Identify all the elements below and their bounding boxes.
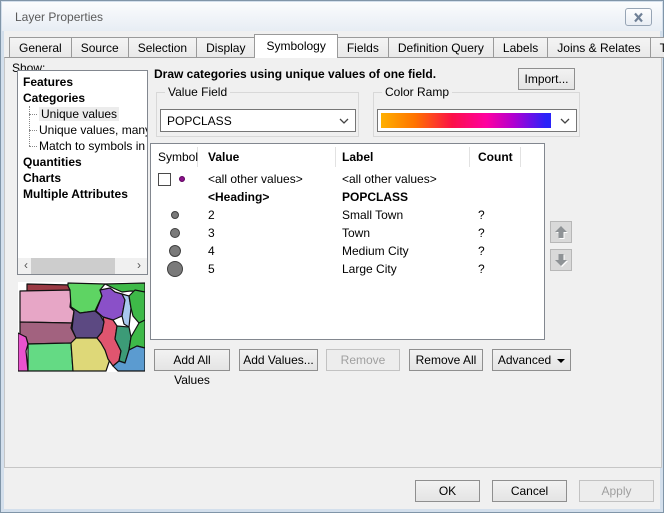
state-polygon (28, 343, 73, 371)
point-symbol-icon[interactable] (171, 211, 179, 219)
point-symbol-icon[interactable] (167, 261, 183, 277)
table-row[interactable]: 4 Medium City ? (151, 242, 544, 260)
header-symbol: Symbol (151, 147, 198, 167)
tree-item-unique-values-many[interactable]: Unique values, many (18, 122, 147, 138)
show-tree-listbox: Features Categories Unique values Unique… (17, 70, 148, 275)
table-row[interactable]: 3 Town ? (151, 224, 544, 242)
row-label: Medium City (336, 244, 470, 258)
table-row[interactable]: 5 Large City ? (151, 260, 544, 278)
tab-fields[interactable]: Fields (337, 37, 389, 58)
point-symbol-icon[interactable] (179, 176, 185, 182)
value-field-group: Value Field POPCLASS (156, 92, 359, 137)
tree-horizontal-scrollbar[interactable]: ‹ › (18, 258, 147, 274)
tree-item-multiple-attributes[interactable]: Multiple Attributes (18, 186, 147, 202)
row-label: Large City (336, 262, 470, 276)
close-icon (632, 12, 645, 23)
row-count: ? (470, 244, 521, 258)
row-label: Small Town (336, 208, 470, 222)
unique-values-table: Symbol Value Label Count <all other valu… (150, 143, 545, 340)
header-value: Value (198, 147, 336, 167)
tab-symbology[interactable]: Symbology (254, 34, 337, 58)
tree-item-features[interactable]: Features (18, 74, 147, 90)
scrollbar-track[interactable] (34, 258, 131, 274)
tab-source[interactable]: Source (71, 37, 129, 58)
row-value: 3 (198, 226, 336, 240)
row-value: <all other values> (198, 172, 336, 186)
window-title: Layer Properties (15, 10, 103, 24)
titlebar[interactable]: Layer Properties (2, 2, 662, 31)
chevron-down-icon (333, 118, 355, 124)
row-value: 2 (198, 208, 336, 222)
header-count: Count (470, 147, 521, 167)
tab-labels[interactable]: Labels (493, 37, 548, 58)
state-polygon (20, 290, 74, 323)
value-field-selected: POPCLASS (161, 114, 333, 128)
color-ramp-group: Color Ramp (373, 92, 580, 137)
tree-item-charts[interactable]: Charts (18, 170, 147, 186)
add-all-values-button[interactable]: Add All Values (154, 349, 230, 371)
state-polygon (18, 333, 28, 371)
chevron-down-icon (554, 110, 576, 131)
row-count: ? (470, 226, 521, 240)
row-value: <Heading> (198, 190, 336, 204)
value-field-label: Value Field (165, 85, 230, 99)
tree-item-match-symbols[interactable]: Match to symbols in a (18, 138, 147, 154)
move-up-button[interactable] (550, 221, 572, 243)
all-other-values-checkbox[interactable] (158, 173, 171, 186)
advanced-button-label: Advanced (498, 353, 551, 367)
ok-button[interactable]: OK (415, 480, 480, 502)
scrollbar-thumb[interactable] (31, 258, 115, 274)
map-preview (18, 282, 145, 372)
row-count: ? (470, 208, 521, 222)
table-row[interactable]: <Heading> POPCLASS (151, 188, 544, 206)
draw-method-description: Draw categories using unique values of o… (154, 67, 436, 81)
advanced-button[interactable]: Advanced (492, 349, 571, 371)
point-symbol-icon[interactable] (169, 245, 181, 257)
header-label: Label (336, 147, 470, 167)
add-values-button[interactable]: Add Values... (239, 349, 318, 371)
close-button[interactable] (625, 8, 652, 26)
tab-selection[interactable]: Selection (128, 37, 197, 58)
row-value: 4 (198, 244, 336, 258)
row-label: POPCLASS (336, 190, 470, 204)
tree-item-categories[interactable]: Categories (18, 90, 147, 106)
point-symbol-icon[interactable] (170, 228, 180, 238)
row-count: ? (470, 262, 521, 276)
symbology-tab-page: Show: Features Categories Unique values … (4, 57, 662, 468)
row-label: <all other values> (336, 172, 470, 186)
tab-display[interactable]: Display (196, 37, 255, 58)
color-ramp-dropdown[interactable] (377, 109, 577, 132)
tab-general[interactable]: General (9, 37, 72, 58)
value-field-dropdown[interactable]: POPCLASS (160, 109, 356, 132)
remove-all-button[interactable]: Remove All (409, 349, 483, 371)
arrow-down-icon (554, 253, 568, 267)
dropdown-caret-icon (557, 359, 565, 363)
tab-time[interactable]: Time (650, 37, 664, 58)
arrow-up-icon (554, 225, 568, 239)
move-down-button[interactable] (550, 249, 572, 271)
table-row[interactable]: 2 Small Town ? (151, 206, 544, 224)
selected-tree-label: Unique values (39, 107, 119, 121)
color-ramp-label: Color Ramp (382, 85, 452, 99)
import-button[interactable]: Import... (518, 68, 575, 90)
cancel-button[interactable]: Cancel (492, 480, 567, 502)
row-label: Town (336, 226, 470, 240)
table-row[interactable]: <all other values> <all other values> (151, 170, 544, 188)
state-polygon (129, 290, 145, 323)
tab-joins-relates[interactable]: Joins & Relates (547, 37, 650, 58)
tree-item-quantities[interactable]: Quantities (18, 154, 147, 170)
state-polygon (20, 322, 76, 344)
tree-item-unique-values[interactable]: Unique values (18, 106, 147, 122)
table-header-row: Symbol Value Label Count (151, 144, 544, 170)
scroll-right-icon[interactable]: › (131, 258, 147, 274)
map-preview-image (18, 282, 145, 372)
layer-properties-dialog: Layer Properties General Source Selectio… (0, 0, 664, 513)
color-ramp-gradient (381, 113, 551, 128)
tab-bar: General Source Selection Display Symbolo… (9, 34, 664, 58)
tab-definition-query[interactable]: Definition Query (388, 37, 494, 58)
remove-button[interactable]: Remove (326, 349, 400, 371)
row-value: 5 (198, 262, 336, 276)
apply-button[interactable]: Apply (579, 480, 654, 502)
